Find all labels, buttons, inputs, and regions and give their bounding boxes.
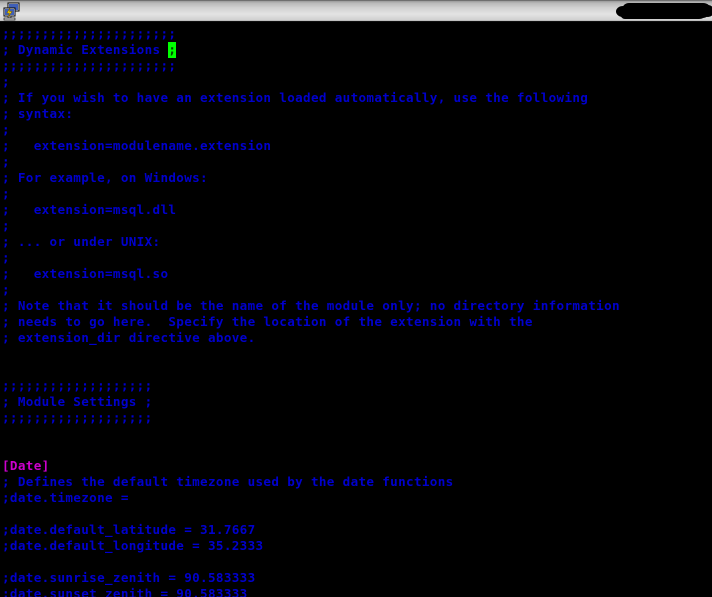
terminal-line-text: ; (2, 218, 10, 233)
terminal-line-text: ;date.default_longitude = 35.2333 (2, 538, 264, 553)
terminal-line-text: ; extension=modulename.extension (2, 138, 272, 153)
terminal-line-text: ;;;;;;;;;;;;;;;;;;;;;; (2, 26, 177, 41)
window-title-bar[interactable]: root@h (0, 0, 712, 22)
terminal-line-text: ; (2, 74, 10, 89)
terminal-line-text: ; (2, 122, 10, 137)
terminal-line-text (2, 506, 10, 521)
terminal-line: ; Module Settings ; (2, 394, 712, 410)
terminal-line: ; (2, 154, 712, 170)
terminal-line: ; Note that it should be the name of the… (2, 298, 712, 314)
terminal-line: ;date.default_latitude = 31.7667 (2, 522, 712, 538)
terminal-line: ;;;;;;;;;;;;;;;;;;; (2, 410, 712, 426)
putty-computer-icon[interactable] (2, 2, 22, 22)
terminal-line-text (2, 554, 10, 569)
terminal-line-text: ;date.timezone = (2, 490, 129, 505)
terminal-line (2, 426, 712, 442)
terminal-line-text: ; extension=msql.so (2, 266, 169, 281)
terminal-line: ;;;;;;;;;;;;;;;;;;; (2, 378, 712, 394)
hostname-redaction (616, 2, 712, 18)
terminal-line-text: ; extension=msql.dll (2, 202, 177, 217)
terminal-line: ;;;;;;;;;;;;;;;;;;;;;; (2, 58, 712, 74)
terminal-line: ;;;;;;;;;;;;;;;;;;;;;; (2, 26, 712, 42)
terminal-line: ; (2, 186, 712, 202)
terminal-text-area[interactable]: ;;;;;;;;;;;;;;;;;;;;;;; Dynamic Extensio… (0, 22, 712, 597)
terminal-line-text: ; extension_dir directive above. (2, 330, 256, 345)
terminal-line: ;date.sunrise_zenith = 90.583333 (2, 570, 712, 586)
terminal-line-text: ; (2, 154, 10, 169)
putty-terminal-window: root@h ;;;;;;;;;;;;;;;;;;;;;;; Dynamic E… (0, 0, 712, 597)
terminal-line: ; (2, 250, 712, 266)
terminal-line-text (2, 362, 10, 377)
terminal-line: ;date.timezone = (2, 490, 712, 506)
terminal-line-text (2, 442, 10, 457)
terminal-line: ; extension=modulename.extension (2, 138, 712, 154)
terminal-line: ; If you wish to have an extension loade… (2, 90, 712, 106)
terminal-line: ; For example, on Windows: (2, 170, 712, 186)
terminal-line: ;date.sunset_zenith = 90.583333 (2, 586, 712, 597)
terminal-line-text: ; (2, 186, 10, 201)
terminal-line (2, 554, 712, 570)
terminal-line (2, 362, 712, 378)
terminal-line-text: ;date.sunrise_zenith = 90.583333 (2, 570, 256, 585)
terminal-line (2, 346, 712, 362)
terminal-line-text: ; (2, 282, 10, 297)
terminal-line (2, 506, 712, 522)
terminal-line-text: ; For example, on Windows: (2, 170, 208, 185)
terminal-line-text: ; syntax: (2, 106, 74, 121)
terminal-line: ; syntax: (2, 106, 712, 122)
terminal-line: ; (2, 122, 712, 138)
terminal-line: ; (2, 282, 712, 298)
terminal-line-text: ; Dynamic Extensions (2, 42, 169, 57)
terminal-line: ; Dynamic Extensions ; (2, 42, 712, 58)
terminal-line (2, 442, 712, 458)
terminal-line-text: ; Defines the default timezone used by t… (2, 474, 454, 489)
terminal-line: ; extension_dir directive above. (2, 330, 712, 346)
terminal-line-text: ; ... or under UNIX: (2, 234, 161, 249)
terminal-line-text: [Date] (2, 458, 50, 473)
terminal-line: ; ... or under UNIX: (2, 234, 712, 250)
putty-computer-icon-glyph (3, 2, 20, 20)
terminal-line: ; Defines the default timezone used by t… (2, 474, 712, 490)
terminal-line-text: ; needs to go here. Specify the location… (2, 314, 533, 329)
terminal-line: ; extension=msql.dll (2, 202, 712, 218)
terminal-line-text: ;date.sunset_zenith = 90.583333 (2, 586, 248, 597)
terminal-line-text: ; Note that it should be the name of the… (2, 298, 620, 313)
terminal-line-text: ;date.default_latitude = 31.7667 (2, 522, 256, 537)
terminal-line: ; needs to go here. Specify the location… (2, 314, 712, 330)
terminal-line-text: ; Module Settings ; (2, 394, 153, 409)
terminal-cursor: ; (168, 42, 177, 58)
window-title: root@h (22, 2, 712, 22)
terminal-line-text: ;;;;;;;;;;;;;;;;;;;;;; (2, 58, 177, 73)
terminal-line-text: ; (2, 250, 10, 265)
terminal-line: [Date] (2, 458, 712, 474)
terminal-line: ; extension=msql.so (2, 266, 712, 282)
terminal-line-text (2, 346, 10, 361)
terminal-line: ; (2, 74, 712, 90)
terminal-line-text (2, 426, 10, 441)
terminal-line: ;date.default_longitude = 35.2333 (2, 538, 712, 554)
terminal-line-text: ; If you wish to have an extension loade… (2, 90, 589, 105)
terminal-line-text: ;;;;;;;;;;;;;;;;;;; (2, 410, 153, 425)
terminal-line: ; (2, 218, 712, 234)
terminal-line-text: ;;;;;;;;;;;;;;;;;;; (2, 378, 153, 393)
